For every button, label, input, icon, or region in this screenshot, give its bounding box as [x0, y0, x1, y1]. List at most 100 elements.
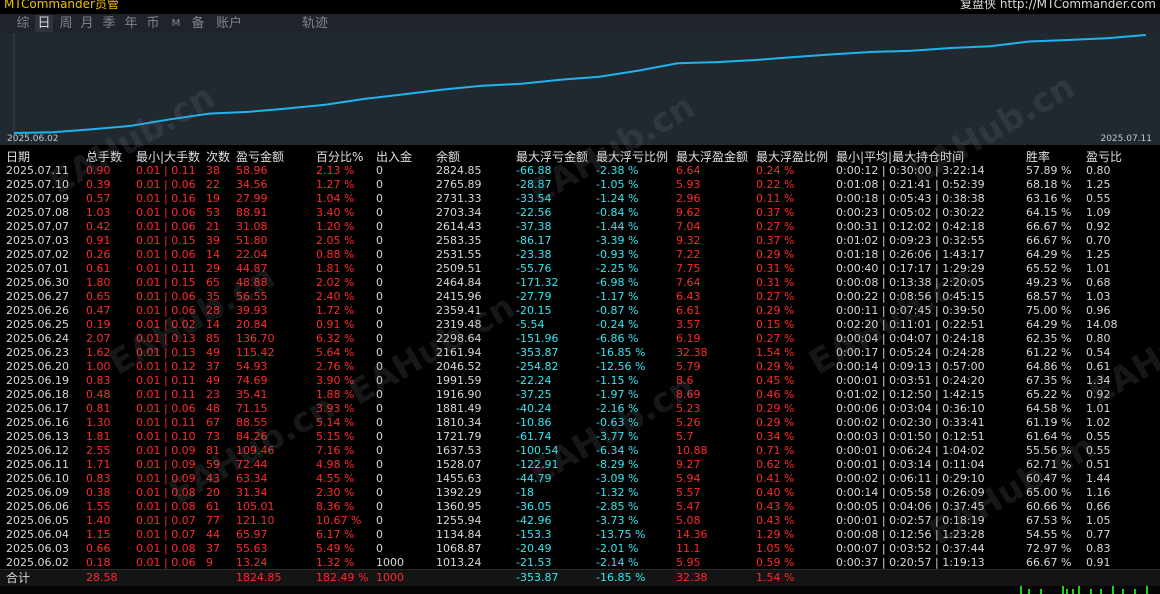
column-header-deposit[interactable]: 出入金: [376, 148, 412, 165]
cell-pnl: 74.69: [236, 374, 268, 387]
table-row[interactable]: 2025.06.27 0.65 0.01 | 0.06 35 56.55 2.40 % 0 2…: [0, 290, 1160, 304]
table-row[interactable]: 2025.07.10 0.39 0.01 | 0.06 22 34.56 1.27 % 0 2…: [0, 178, 1160, 192]
table-row[interactable]: 2025.07.11 0.90 0.01 | 0.11 38 58.96 2.13 % 0 2…: [0, 164, 1160, 178]
table-row[interactable]: 2025.06.19 0.83 0.01 | 0.11 49 74.69 3.90 % 0 1…: [0, 374, 1160, 388]
table-row[interactable]: 2025.06.03 0.66 0.01 | 0.08 37 55.63 5.49 % 0 1…: [0, 542, 1160, 556]
cell-min-max-lots: 0.01 | 0.06: [136, 556, 196, 569]
table-row[interactable]: 2025.06.17 0.81 0.01 | 0.06 48 71.15 3.93 % 0 1…: [0, 402, 1160, 416]
column-header-min-max-lots[interactable]: 最小|大手数: [136, 148, 200, 165]
cell-deposit: 0: [376, 514, 383, 527]
cell-hold-time: 0:00:23 | 0:05:02 | 0:30:22: [836, 206, 985, 219]
cell-max-float-loss: -44.79: [516, 472, 552, 485]
cell-win-rate: 54.55 %: [1026, 528, 1072, 541]
table-row[interactable]: 2025.06.23 1.62 0.01 | 0.13 49 115.42 5.64 % 0…: [0, 346, 1160, 360]
table-row[interactable]: 2025.06.02 0.18 0.01 | 0.06 9 13.24 1.32 % 100…: [0, 556, 1160, 570]
column-header-trade-count[interactable]: 次数: [206, 148, 230, 165]
table-row[interactable]: 2025.06.11 1.71 0.01 | 0.09 59 72.44 4.98 % 0 1…: [0, 458, 1160, 472]
column-header-max-float-profit-pct[interactable]: 最大浮盈比例: [756, 148, 828, 165]
cell-max-float-loss-pct: -1.24 %: [596, 192, 639, 205]
header-link[interactable]: 复盘侠 http://MTCommander.com: [960, 0, 1156, 12]
tab-notes[interactable]: 备: [189, 15, 207, 32]
tab-daily[interactable]: 日: [35, 15, 53, 32]
cell-win-rate: 64.15 %: [1026, 206, 1072, 219]
table-row[interactable]: 2025.06.18 0.48 0.01 | 0.11 23 35.41 1.88 % 0 1…: [0, 388, 1160, 402]
tab-weekly[interactable]: 周: [57, 15, 75, 32]
column-header-total-lots[interactable]: 总手数: [86, 148, 122, 165]
cell-percent: 7.16 %: [316, 444, 355, 457]
table-row[interactable]: 2025.06.30 1.80 0.01 | 0.15 65 48.88 2.02 % 0 2…: [0, 276, 1160, 290]
table-row[interactable]: 2025.06.12 2.55 0.01 | 0.09 81 109.46 7.16 % 0…: [0, 444, 1160, 458]
totals-pnl: 1824.85: [236, 571, 282, 584]
tab-quarterly[interactable]: 季: [100, 15, 118, 32]
table-row[interactable]: 2025.06.16 1.30 0.01 | 0.11 67 88.55 5.14 % 0 1…: [0, 416, 1160, 430]
cell-max-float-profit-pct: 0.27 %: [756, 332, 795, 345]
column-header-date[interactable]: 日期: [6, 148, 30, 165]
tab-trajectory[interactable]: 轨迹: [300, 15, 330, 32]
tab-monthly[interactable]: 月: [78, 15, 96, 32]
column-header-profit-factor[interactable]: 盈亏比: [1086, 148, 1122, 165]
cell-max-float-loss-pct: -1.05 %: [596, 178, 639, 191]
cell-hold-time: 0:00:04 | 0:04:07 | 0:24:18: [836, 332, 985, 345]
table-row[interactable]: 2025.07.01 0.61 0.01 | 0.11 29 44.87 1.81 % 0 2…: [0, 262, 1160, 276]
cell-max-float-loss-pct: -12.56 %: [596, 360, 646, 373]
column-header-max-float-loss-pct[interactable]: 最大浮亏比例: [596, 148, 668, 165]
table-row[interactable]: 2025.07.07 0.42 0.01 | 0.06 21 31.08 1.20 % 0 2…: [0, 220, 1160, 234]
column-header-percent[interactable]: 百分比%: [316, 148, 363, 165]
table-row[interactable]: 2025.07.09 0.57 0.01 | 0.16 19 27.99 1.04 % 0 2…: [0, 192, 1160, 206]
table-row[interactable]: 2025.06.13 1.81 0.01 | 0.10 73 84.26 5.15 % 0 1…: [0, 430, 1160, 444]
cell-win-rate: 64.29 %: [1026, 318, 1072, 331]
cell-deposit: 0: [376, 318, 383, 331]
tab-m[interactable]: M: [169, 15, 183, 32]
cell-deposit: 0: [376, 528, 383, 541]
column-header-hold-time[interactable]: 最小|平均|最大持仓时间: [836, 148, 964, 165]
indicator-bar: [1062, 586, 1064, 594]
cell-hold-time: 0:00:11 | 0:07:45 | 0:39:50: [836, 304, 985, 317]
cell-deposit: 0: [376, 458, 383, 471]
cell-win-rate: 68.57 %: [1026, 290, 1072, 303]
cell-max-float-loss-pct: -2.25 %: [596, 262, 639, 275]
cell-win-rate: 64.58 %: [1026, 402, 1072, 415]
cell-max-float-profit: 6.64: [676, 164, 701, 177]
tab-symbol[interactable]: 币: [144, 15, 162, 32]
cell-date: 2025.06.24: [6, 332, 69, 345]
cell-max-float-profit: 5.23: [676, 402, 701, 415]
table-row[interactable]: 2025.06.20 1.00 0.01 | 0.12 37 54.93 2.76 % 0 2…: [0, 360, 1160, 374]
table-row[interactable]: 2025.06.24 2.07 0.01 | 0.13 85 136.70 6.32 % 0…: [0, 332, 1160, 346]
cell-pnl: 54.93: [236, 360, 268, 373]
column-header-pnl[interactable]: 盈亏金额: [236, 148, 284, 165]
cell-max-float-loss-pct: -8.29 %: [596, 458, 639, 471]
cell-max-float-profit: 2.96: [676, 192, 701, 205]
cell-profit-factor: 0.96: [1086, 304, 1111, 317]
table-row[interactable]: 2025.06.04 1.15 0.01 | 0.07 44 65.97 6.17 % 0 1…: [0, 528, 1160, 542]
column-header-max-float-profit[interactable]: 最大浮盈金额: [676, 148, 748, 165]
cell-min-max-lots: 0.01 | 0.11: [136, 374, 196, 387]
tab-overview[interactable]: 综: [14, 15, 32, 32]
table-row[interactable]: 2025.06.26 0.47 0.01 | 0.06 28 39.93 1.72 % 0 2…: [0, 304, 1160, 318]
cell-min-max-lots: 0.01 | 0.06: [136, 178, 196, 191]
table-row[interactable]: 2025.06.25 0.19 0.01 | 0.02 14 20.84 0.91 % 0 2…: [0, 318, 1160, 332]
table-row[interactable]: 2025.07.02 0.26 0.01 | 0.06 14 22.04 0.88 % 0 2…: [0, 248, 1160, 262]
table-row[interactable]: 2025.06.05 1.40 0.01 | 0.07 77 121.10 10.67 %…: [0, 514, 1160, 528]
cell-deposit: 0: [376, 374, 383, 387]
table-row[interactable]: 2025.06.06 1.55 0.01 | 0.08 61 105.01 8.36 % 0…: [0, 500, 1160, 514]
tab-yearly[interactable]: 年: [122, 15, 140, 32]
table-row[interactable]: 2025.06.09 0.38 0.01 | 0.08 20 31.34 2.30 % 0 1…: [0, 486, 1160, 500]
cell-max-float-profit-pct: 0.43 %: [756, 514, 795, 527]
column-header-max-float-loss[interactable]: 最大浮亏金额: [516, 148, 588, 165]
equity-curve-line: [13, 34, 1147, 134]
tab-account[interactable]: 账户: [214, 15, 244, 32]
table-header: 日期 总手数 最小|大手数 次数 盈亏金额 百分比% 出入金 余额 最大浮亏金额 最大浮亏比例 最大…: [0, 148, 1160, 164]
table-row[interactable]: 2025.07.03 0.91 0.01 | 0.15 39 51.80 2.05 % 0 2…: [0, 234, 1160, 248]
cell-date: 2025.06.06: [6, 500, 69, 513]
cell-pnl: 20.84: [236, 318, 268, 331]
cell-max-float-profit: 11.1: [676, 542, 701, 555]
cell-balance: 2046.52: [436, 360, 482, 373]
cell-max-float-loss-pct: -1.44 %: [596, 220, 639, 233]
table-row[interactable]: 2025.07.08 1.03 0.01 | 0.06 53 88.91 3.40 % 0 2…: [0, 206, 1160, 220]
column-header-balance[interactable]: 余额: [436, 148, 460, 165]
cell-max-float-profit: 5.26: [676, 416, 701, 429]
column-header-win-rate[interactable]: 胜率: [1026, 148, 1050, 165]
table-row[interactable]: 2025.06.10 0.83 0.01 | 0.09 43 63.34 4.55 % 0 1…: [0, 472, 1160, 486]
cell-hold-time: 0:00:02 | 0:02:30 | 0:33:41: [836, 416, 985, 429]
cell-hold-time: 0:01:02 | 0:12:50 | 1:42:15: [836, 388, 985, 401]
